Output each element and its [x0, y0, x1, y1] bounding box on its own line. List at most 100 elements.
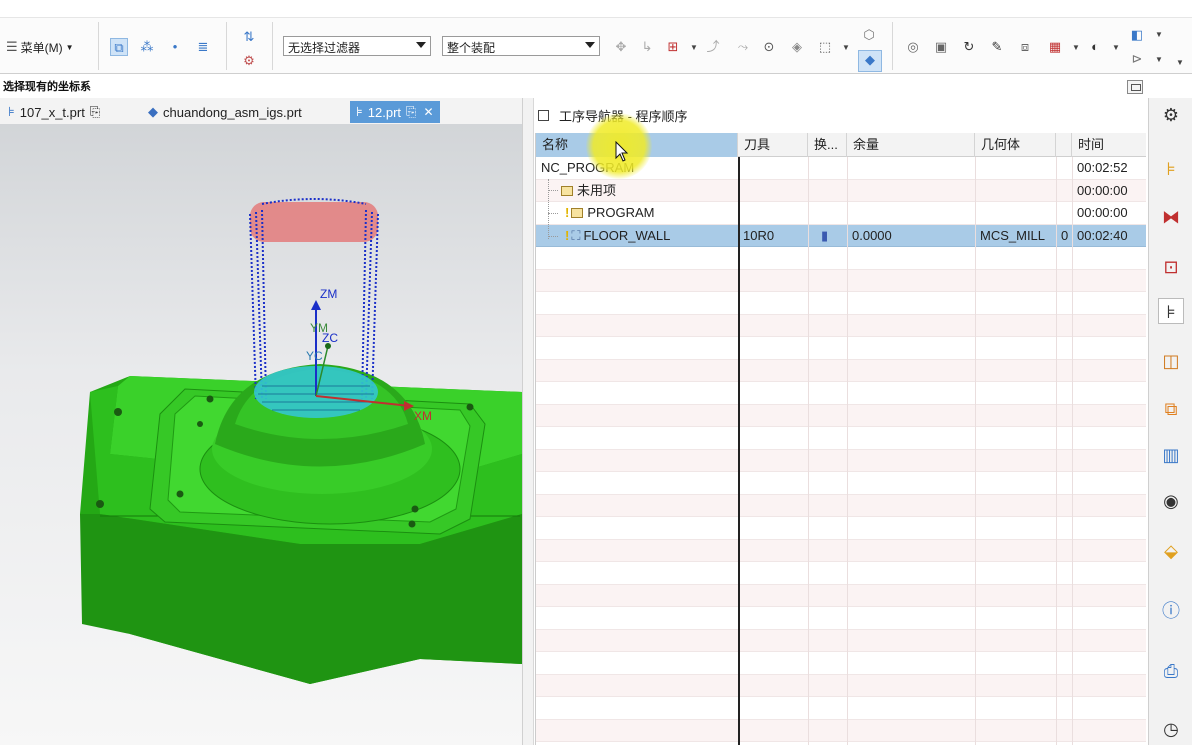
rotate-icon[interactable]: ↻: [960, 38, 978, 56]
info-icon[interactable]: ⓘ: [1158, 598, 1184, 624]
part-nav-icon[interactable]: ⊡: [1158, 254, 1184, 280]
column-extra[interactable]: [1056, 133, 1072, 157]
part-icon: ⊧: [8, 104, 15, 119]
empty-row: [536, 629, 1146, 652]
machine-tool-icon[interactable]: ◫: [1158, 348, 1184, 374]
rect-select-icon[interactable]: ⬚: [816, 38, 834, 56]
tab-file-12[interactable]: ⊧ 12.prt ⎘ ✕: [350, 101, 440, 123]
column-stock[interactable]: 余量: [847, 133, 975, 157]
layer-icon[interactable]: ⧈: [1016, 38, 1034, 56]
tree-connector: [548, 236, 558, 237]
title-strip: [0, 0, 1192, 18]
column-geometry[interactable]: 几何体: [975, 133, 1056, 157]
paint-icon[interactable]: ◐: [1086, 38, 1104, 56]
vector-icon[interactable]: ⤴: [704, 38, 722, 56]
row-name-wrap: ! PROGRAM: [560, 202, 655, 224]
column-time[interactable]: 时间: [1072, 133, 1146, 157]
select-icon[interactable]: ⧉: [110, 38, 128, 56]
axis-label-zc: ZC: [322, 331, 338, 345]
column-divider: [808, 157, 809, 745]
view-cube-icon[interactable]: ◧: [1128, 26, 1146, 44]
model-view: ZM YM ZC YC XM: [80, 198, 522, 684]
tree-connector: [548, 190, 558, 191]
view-icon[interactable]: ▣: [932, 38, 950, 56]
chevron-down-icon[interactable]: ▼: [1112, 43, 1120, 52]
close-icon[interactable]: ✕: [423, 105, 433, 119]
table-row[interactable]: ! PROGRAM 00:00:00: [536, 202, 1146, 225]
table-row[interactable]: 未用项 00:00:00: [536, 179, 1146, 202]
fit-icon[interactable]: ◎: [904, 38, 922, 56]
separator: [272, 22, 273, 70]
empty-row: [536, 652, 1146, 675]
doc-icon[interactable]: ⎙: [1158, 658, 1184, 684]
table-row-selected[interactable]: ! ⛶ FLOOR_WALL 10R0 ▮ 0.0000 MCS_MILL 0 00…: [536, 224, 1146, 247]
cube-blue-icon[interactable]: ◆: [858, 50, 882, 72]
view-dd-icon[interactable]: ⊳: [1128, 50, 1146, 68]
restore-icon[interactable]: [1127, 80, 1143, 94]
row-time: 00:00:00: [1077, 205, 1128, 220]
status-bulb-icon: !: [565, 205, 570, 220]
snap-icon[interactable]: ⁂: [138, 38, 156, 56]
box-icon[interactable]: ◈: [788, 38, 806, 56]
selection-filter-value: 无选择过滤器: [288, 41, 361, 55]
layout-icon[interactable]: ≣: [194, 38, 212, 56]
empty-row: [536, 449, 1146, 472]
chevron-down-icon[interactable]: ▼: [1072, 43, 1080, 52]
orient-icon[interactable]: ✥: [612, 38, 630, 56]
column-change[interactable]: 换...: [808, 133, 847, 157]
history-icon[interactable]: ⬙: [1158, 538, 1184, 564]
point-icon[interactable]: •: [166, 38, 184, 56]
reuse-library-icon[interactable]: ⧉: [1158, 396, 1184, 422]
tab-label: 107_x_t.prt: [19, 104, 85, 120]
constraint-nav-icon[interactable]: ⧓: [1158, 204, 1184, 230]
tab-file-chuandong[interactable]: ◆ chuandong_asm_igs.prt: [142, 101, 308, 123]
tool-change-icon: ▮: [821, 227, 829, 243]
assembly-nav-icon[interactable]: ⊧: [1158, 156, 1184, 182]
point-set-icon[interactable]: ⤳: [734, 38, 752, 56]
empty-row: [536, 292, 1146, 315]
visual-icon[interactable]: ◉: [1158, 488, 1184, 514]
pen-icon[interactable]: ✎: [988, 38, 1006, 56]
toolbar-overflow-icon[interactable]: ▼: [1176, 58, 1184, 67]
csys-icon[interactable]: ↳: [638, 38, 656, 56]
chevron-down-icon: [585, 42, 595, 48]
assembly-scope-value: 整个装配: [447, 41, 496, 55]
chevron-down-icon[interactable]: ▼: [842, 43, 850, 52]
empty-row: [536, 314, 1146, 337]
settings-icon[interactable]: ⚙: [1158, 102, 1184, 128]
row-geometry: MCS_MILL: [980, 227, 1046, 243]
operation-nav-icon[interactable]: ⊧: [1158, 298, 1184, 324]
chevron-down-icon[interactable]: ▼: [690, 43, 698, 52]
wcs-icon[interactable]: ⇅: [240, 28, 258, 46]
column-divider: [738, 157, 740, 745]
operation-navigator-grid[interactable]: 名称 刀具 换... 余量 几何体 时间 NC_PROGRAM 00:02:52…: [535, 133, 1146, 745]
navigator-pin-checkbox[interactable]: [538, 110, 549, 121]
tab-file-107[interactable]: ⊧ 107_x_t.prt ⎘: [2, 101, 106, 123]
tab-label: chuandong_asm_igs.prt: [163, 104, 302, 120]
role-icon[interactable]: ▥: [1158, 442, 1184, 468]
status-bulb-icon: !: [565, 227, 570, 243]
chevron-down-icon[interactable]: ▼: [1155, 30, 1163, 39]
filter-icon[interactable]: ⚙: [240, 52, 258, 70]
grid-icon[interactable]: ▦: [1046, 38, 1064, 56]
menu-icon: ☰: [6, 39, 18, 54]
plane-icon[interactable]: ⊞: [664, 38, 682, 56]
column-tool[interactable]: 刀具: [738, 133, 808, 157]
assembly-scope-select[interactable]: 整个装配: [442, 36, 600, 56]
circle-icon[interactable]: ⊙: [760, 38, 778, 56]
graphics-viewport[interactable]: ZM YM ZC YC XM: [0, 124, 522, 745]
empty-row: [536, 607, 1146, 630]
resource-bar: ⚙ ⊧ ⧓ ⊡ ⊧ ◫ ⧉ ▥ ◉ ⬙ ⓘ ⎙ ◷: [1148, 98, 1192, 745]
row-name: 未用项: [577, 182, 617, 198]
file-tabs: ⊧ 107_x_t.prt ⎘ ◆ chuandong_asm_igs.prt …: [0, 98, 522, 124]
cube-icon[interactable]: ⬡: [860, 26, 878, 44]
chevron-down-icon[interactable]: ▼: [1155, 55, 1163, 64]
column-divider: [847, 157, 848, 745]
panel-splitter[interactable]: [522, 98, 534, 745]
selection-filter-select[interactable]: 无选择过滤器: [283, 36, 431, 56]
empty-row: [536, 382, 1146, 405]
row-name-wrap: ! ⛶ FLOOR_WALL: [560, 225, 670, 247]
menu-button[interactable]: ☰ 菜单(M) ▼: [6, 38, 74, 56]
axis-label-zm: ZM: [320, 287, 337, 301]
clock-icon[interactable]: ◷: [1158, 716, 1184, 742]
